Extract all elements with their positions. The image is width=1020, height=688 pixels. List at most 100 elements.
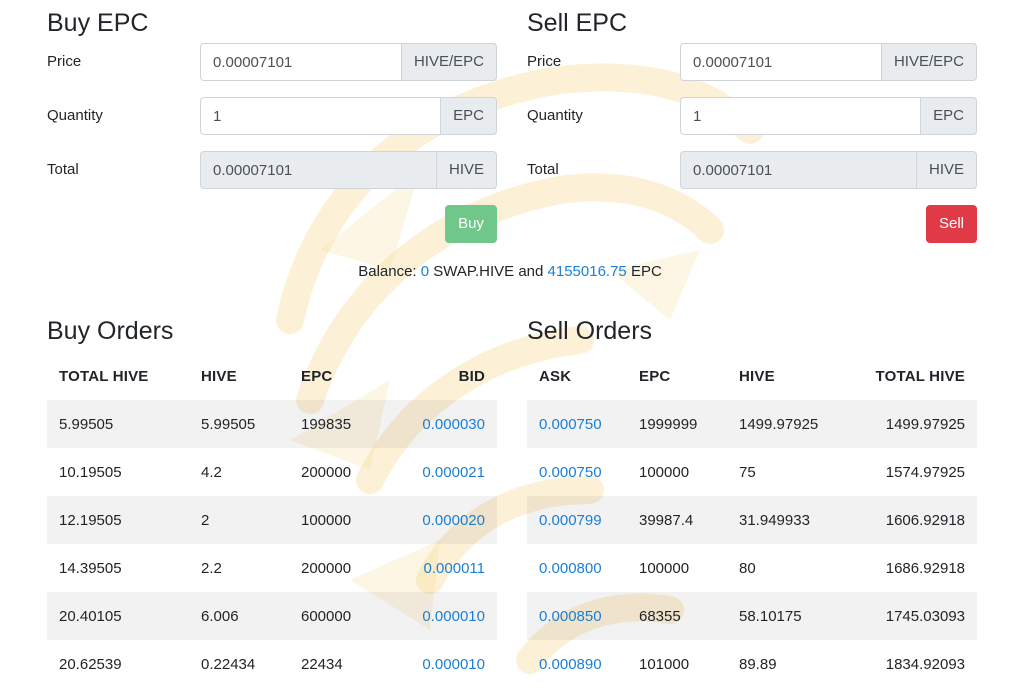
table-row: 0.000890 101000 89.89 1834.92093 [527, 640, 977, 688]
sell-total-unit: HIVE [915, 151, 977, 189]
table-row: 12.19505 2 100000 0.000020 [47, 496, 497, 544]
buy-quantity-group: EPC [200, 97, 497, 135]
balance-joiner: and [518, 263, 544, 280]
buy-total-row: Total HIVE [47, 151, 497, 189]
sell-ask-link[interactable]: 0.000750 [527, 448, 627, 496]
sell-hive-cell: 80 [739, 559, 756, 577]
swap-hive-balance-link[interactable]: 0 [421, 263, 429, 280]
sell-total-hive-cell: 1499.97925 [863, 400, 977, 448]
sell-total-hive-cell: 1574.97925 [885, 463, 965, 481]
buy-total-group: HIVE [200, 151, 497, 189]
sell-price-label: Price [527, 53, 562, 70]
buy-bid-link[interactable]: 0.000010 [409, 592, 497, 640]
buy-epc-cell: 200000 [301, 463, 352, 481]
table-row: 14.39505 2.2 200000 0.000011 [47, 544, 497, 592]
buy-orders-header-row: TOTAL HIVE HIVE EPC BID [47, 352, 497, 400]
sell-epc-cell: 1999999 [627, 400, 727, 448]
buy-hive-cell: 6.006 [189, 592, 289, 640]
sell-price-unit: HIVE/EPC [880, 43, 977, 81]
buy-bid-link[interactable]: 0.000020 [409, 496, 497, 544]
sell-hive-cell: 89.89 [739, 655, 777, 673]
buy-bid-link[interactable]: 0.000030 [409, 400, 497, 448]
sell-button[interactable]: Sell [926, 205, 977, 243]
balance-line: Balance: 0 SWAP.HIVE and 4155016.75 EPC [0, 262, 1020, 282]
buy-total-hive-cell: 5.99505 [47, 400, 189, 448]
buy-total-hive-cell: 12.19505 [47, 496, 189, 544]
buy-epc-cell: 22434 [301, 655, 343, 673]
sell-price-group: HIVE/EPC [680, 43, 977, 81]
swap-hive-token: SWAP.HIVE [433, 263, 515, 280]
sell-hive-cell: 1499.97925 [727, 400, 863, 448]
buy-price-unit: HIVE/EPC [400, 43, 497, 81]
sell-price-row: Price HIVE/EPC [527, 43, 977, 81]
buy-hive-cell: 2.2 [201, 559, 222, 577]
table-row: 10.19505 4.2 200000 0.000021 [47, 448, 497, 496]
sell-form-title: Sell EPC [527, 9, 628, 37]
buy-total-hive-cell: 20.62539 [59, 655, 122, 673]
buy-hive-cell: 0.22434 [201, 655, 256, 673]
sell-quantity-group: EPC [680, 97, 977, 135]
buy-bid-link[interactable]: 0.000011 [409, 544, 497, 592]
buy-button[interactable]: Buy [445, 205, 497, 243]
buy-epc-cell: 100000 [289, 496, 409, 544]
buy-price-row: Price HIVE/EPC [47, 43, 497, 81]
buy-total-field [200, 151, 436, 189]
sell-quantity-label: Quantity [527, 107, 583, 124]
table-row: 5.99505 5.99505 199835 0.000030 [47, 400, 497, 448]
buy-quantity-input[interactable] [200, 97, 441, 135]
sell-ask-link[interactable]: 0.000800 [527, 544, 627, 592]
sell-orders-table: ASK EPC HIVE TOTAL HIVE 0.000750 1999999… [527, 352, 977, 688]
sell-col-epc: EPC [639, 367, 671, 385]
table-row: 0.000850 68355 58.10175 1745.03093 [527, 592, 977, 640]
buy-hive-cell: 5.99505 [189, 400, 289, 448]
sell-col-ask: ASK [539, 367, 572, 385]
sell-ask-link[interactable]: 0.000890 [527, 640, 627, 688]
buy-bid-link[interactable]: 0.000010 [409, 640, 497, 688]
table-row: 20.40105 6.006 600000 0.000010 [47, 592, 497, 640]
buy-total-hive-cell: 20.40105 [47, 592, 189, 640]
sell-hive-cell: 58.10175 [727, 592, 863, 640]
buy-hive-cell: 4.2 [201, 463, 222, 481]
buy-total-unit: HIVE [435, 151, 497, 189]
balance-label: Balance: [358, 263, 417, 280]
buy-price-input[interactable] [200, 43, 401, 81]
buy-total-hive-cell: 14.39505 [59, 559, 122, 577]
buy-total-hive-cell: 10.19505 [59, 463, 122, 481]
sell-epc-cell: 100000 [639, 559, 690, 577]
buy-orders-title: Buy Orders [47, 317, 174, 345]
sell-price-input[interactable] [680, 43, 881, 81]
sell-total-group: HIVE [680, 151, 977, 189]
buy-form-title: Buy EPC [47, 9, 149, 37]
sell-total-row: Total HIVE [527, 151, 977, 189]
buy-quantity-unit: EPC [440, 97, 497, 135]
sell-ask-link[interactable]: 0.000750 [527, 400, 627, 448]
sell-total-hive-cell: 1834.92093 [885, 655, 965, 673]
table-row: 20.62539 0.22434 22434 0.000010 [47, 640, 497, 688]
buy-total-label: Total [47, 161, 79, 178]
sell-col-hive: HIVE [739, 367, 775, 385]
sell-quantity-input[interactable] [680, 97, 921, 135]
table-row: 0.000750 1999999 1499.97925 1499.97925 [527, 400, 977, 448]
sell-hive-cell: 31.949933 [727, 496, 863, 544]
sell-total-label: Total [527, 161, 559, 178]
table-row: 0.000799 39987.4 31.949933 1606.92918 [527, 496, 977, 544]
table-row: 0.000750 100000 75 1574.97925 [527, 448, 977, 496]
buy-col-total-hive: TOTAL HIVE [59, 367, 149, 385]
buy-orders-table: TOTAL HIVE HIVE EPC BID 5.99505 5.99505 … [47, 352, 497, 688]
buy-quantity-label: Quantity [47, 107, 103, 124]
sell-col-total-hive: TOTAL HIVE [875, 367, 965, 385]
buy-price-group: HIVE/EPC [200, 43, 497, 81]
epc-token: EPC [630, 263, 662, 280]
epc-balance-link[interactable]: 4155016.75 [548, 263, 627, 280]
sell-epc-cell: 39987.4 [627, 496, 727, 544]
sell-hive-cell: 75 [739, 463, 756, 481]
buy-bid-link[interactable]: 0.000021 [409, 448, 497, 496]
buy-price-label: Price [47, 53, 82, 70]
sell-epc-cell: 100000 [639, 463, 690, 481]
buy-quantity-row: Quantity EPC [47, 97, 497, 135]
sell-orders-title: Sell Orders [527, 317, 653, 345]
sell-ask-link[interactable]: 0.000799 [527, 496, 627, 544]
sell-quantity-unit: EPC [920, 97, 977, 135]
sell-ask-link[interactable]: 0.000850 [527, 592, 627, 640]
buy-epc-cell: 600000 [289, 592, 409, 640]
